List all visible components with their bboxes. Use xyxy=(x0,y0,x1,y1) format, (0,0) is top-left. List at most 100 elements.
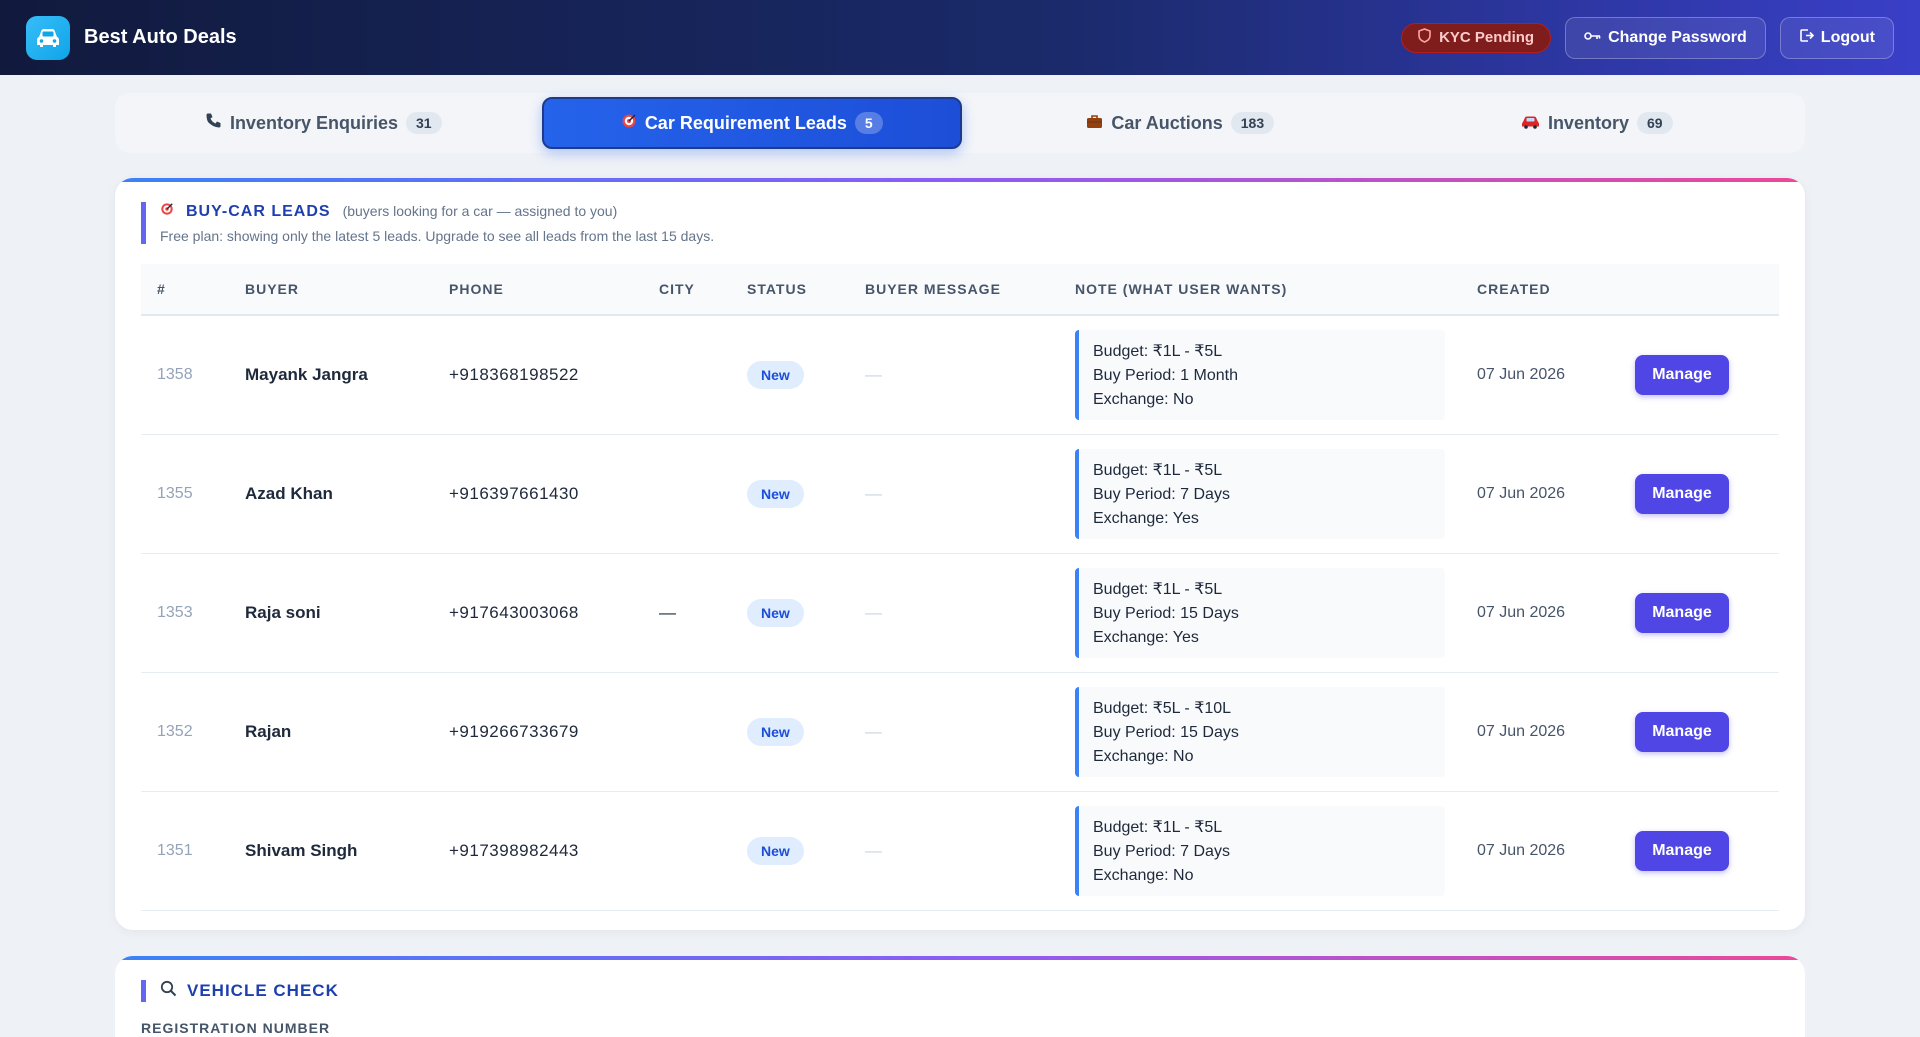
tab-count-badge: 5 xyxy=(854,112,883,134)
change-password-label: Change Password xyxy=(1608,28,1747,46)
brand-name: Best Auto Deals xyxy=(84,26,237,48)
status-badge: New xyxy=(747,598,804,627)
table-header-row: # BUYER PHONE CITY STATUS BUYER MESSAGE … xyxy=(141,264,1779,316)
buyer-phone: +917643003068 xyxy=(449,602,579,622)
vehicle-check-title: VEHICLE CHECK xyxy=(187,981,339,1000)
target-icon xyxy=(160,202,174,221)
requirement-note: Budget: ₹1L - ₹5L Buy Period: 7 Days Exc… xyxy=(1075,805,1445,896)
note-buy-period: Buy Period: 7 Days xyxy=(1093,842,1230,860)
tab-inventory-enquiries[interactable]: Inventory Enquiries 31 xyxy=(115,97,532,149)
buyer-name: Shivam Singh xyxy=(245,840,358,860)
lead-id: 1352 xyxy=(157,722,193,740)
manage-button[interactable]: Manage xyxy=(1635,830,1729,871)
tab-count-badge: 31 xyxy=(405,112,442,134)
buyer-city xyxy=(643,791,731,910)
tab-label: Car Auctions xyxy=(1111,112,1223,133)
buyer-city xyxy=(643,672,731,791)
buyer-message: — xyxy=(865,483,882,503)
note-buy-period: Buy Period: 15 Days xyxy=(1093,604,1239,622)
tab-count-badge: 69 xyxy=(1636,112,1673,134)
phone-icon xyxy=(205,112,222,134)
manage-button[interactable]: Manage xyxy=(1635,473,1729,514)
col-header-created: CREATED xyxy=(1461,264,1619,316)
manage-button[interactable]: Manage xyxy=(1635,711,1729,752)
status-badge: New xyxy=(747,836,804,865)
note-exchange: Exchange: Yes xyxy=(1093,628,1199,646)
card-subtitle: (buyers looking for a car — assigned to … xyxy=(342,203,618,219)
kyc-status-badge[interactable]: KYC Pending xyxy=(1401,22,1552,53)
card-header: BUY-CAR LEADS (buyers looking for a car … xyxy=(141,202,714,244)
buy-car-leads-card: BUY-CAR LEADS (buyers looking for a car … xyxy=(115,178,1805,930)
lead-id: 1358 xyxy=(157,365,193,383)
note-budget: Budget: ₹1L - ₹5L xyxy=(1093,818,1223,836)
buyer-city xyxy=(643,315,731,434)
col-header-buyer: BUYER xyxy=(229,264,433,316)
buyer-name: Mayank Jangra xyxy=(245,364,368,384)
table-row: 1355 Azad Khan +916397661430 New — Budge… xyxy=(141,434,1779,553)
lead-id: 1351 xyxy=(157,841,193,859)
change-password-button[interactable]: Change Password xyxy=(1565,16,1766,59)
col-header-id: # xyxy=(141,264,229,316)
note-buy-period: Buy Period: 7 Days xyxy=(1093,485,1230,503)
requirement-note: Budget: ₹1L - ₹5L Buy Period: 7 Days Exc… xyxy=(1075,448,1445,539)
target-icon xyxy=(621,113,637,134)
manage-button[interactable]: Manage xyxy=(1635,354,1729,395)
note-exchange: Exchange: No xyxy=(1093,747,1194,765)
table-row: 1351 Shivam Singh +917398982443 New — Bu… xyxy=(141,791,1779,910)
col-header-note: NOTE (WHAT USER WANTS) xyxy=(1059,264,1461,316)
note-budget: Budget: ₹5L - ₹10L xyxy=(1093,699,1232,717)
car-logo-icon xyxy=(26,15,70,60)
buyer-message: — xyxy=(865,602,882,622)
note-exchange: Exchange: No xyxy=(1093,866,1194,884)
buyer-phone: +919266733679 xyxy=(449,721,579,741)
status-badge: New xyxy=(747,360,804,389)
tab-car-requirement-leads[interactable]: Car Requirement Leads 5 xyxy=(541,97,962,149)
key-icon xyxy=(1584,29,1602,47)
tab-label: Inventory Enquiries xyxy=(229,112,398,133)
created-date: 07 Jun 2026 xyxy=(1477,722,1566,740)
lead-id: 1355 xyxy=(157,484,193,502)
note-exchange: Exchange: No xyxy=(1093,390,1194,408)
buyer-phone: +917398982443 xyxy=(449,840,579,860)
col-header-status: STATUS xyxy=(731,264,849,316)
logout-button[interactable]: Logout xyxy=(1779,16,1894,59)
note-exchange: Exchange: Yes xyxy=(1093,509,1199,527)
car-icon xyxy=(1521,113,1540,134)
buyer-message: — xyxy=(865,840,882,860)
vehicle-check-header: VEHICLE CHECK xyxy=(141,980,339,1002)
buyer-city xyxy=(643,434,731,553)
kyc-status-label: KYC Pending xyxy=(1439,29,1535,46)
logout-label: Logout xyxy=(1820,28,1875,46)
buyer-city: — xyxy=(659,602,676,622)
buyer-name: Azad Khan xyxy=(245,483,333,503)
buyer-message: — xyxy=(865,721,882,741)
table-row: 1358 Mayank Jangra +918368198522 New — B… xyxy=(141,315,1779,434)
registration-number-label: REGISTRATION NUMBER xyxy=(141,1020,331,1036)
table-row: 1353 Raja soni +917643003068 — New — Bud… xyxy=(141,553,1779,672)
buyer-name: Rajan xyxy=(245,721,292,741)
note-budget: Budget: ₹1L - ₹5L xyxy=(1093,580,1223,598)
col-header-phone: PHONE xyxy=(433,264,643,316)
briefcase-icon xyxy=(1086,113,1103,134)
note-buy-period: Buy Period: 1 Month xyxy=(1093,366,1238,384)
col-header-city: CITY xyxy=(643,264,731,316)
table-row: 1352 Rajan +919266733679 New — Budget: ₹… xyxy=(141,672,1779,791)
manage-button[interactable]: Manage xyxy=(1635,592,1729,633)
tab-label: Car Requirement Leads xyxy=(644,112,847,133)
section-tabs: Inventory Enquiries 31 Car Requirement L… xyxy=(115,93,1805,153)
tab-label: Inventory xyxy=(1547,112,1629,133)
top-navbar: Best Auto Deals KYC Pending Change Passw… xyxy=(0,0,1920,75)
note-buy-period: Buy Period: 15 Days xyxy=(1093,723,1239,741)
requirement-note: Budget: ₹1L - ₹5L Buy Period: 15 Days Ex… xyxy=(1075,567,1445,658)
status-badge: New xyxy=(747,717,804,746)
search-icon xyxy=(160,980,177,1002)
tab-count-badge: 183 xyxy=(1230,112,1275,134)
shield-icon xyxy=(1418,28,1431,47)
tab-inventory[interactable]: Inventory 69 xyxy=(1389,97,1806,149)
buyer-name: Raja soni xyxy=(245,602,321,622)
requirement-note: Budget: ₹1L - ₹5L Buy Period: 1 Month Ex… xyxy=(1075,329,1445,420)
lead-id: 1353 xyxy=(157,603,193,621)
note-budget: Budget: ₹1L - ₹5L xyxy=(1093,342,1223,360)
tab-car-auctions[interactable]: Car Auctions 183 xyxy=(972,97,1389,149)
vehicle-check-card: VEHICLE CHECK REGISTRATION NUMBER xyxy=(115,956,1805,1037)
